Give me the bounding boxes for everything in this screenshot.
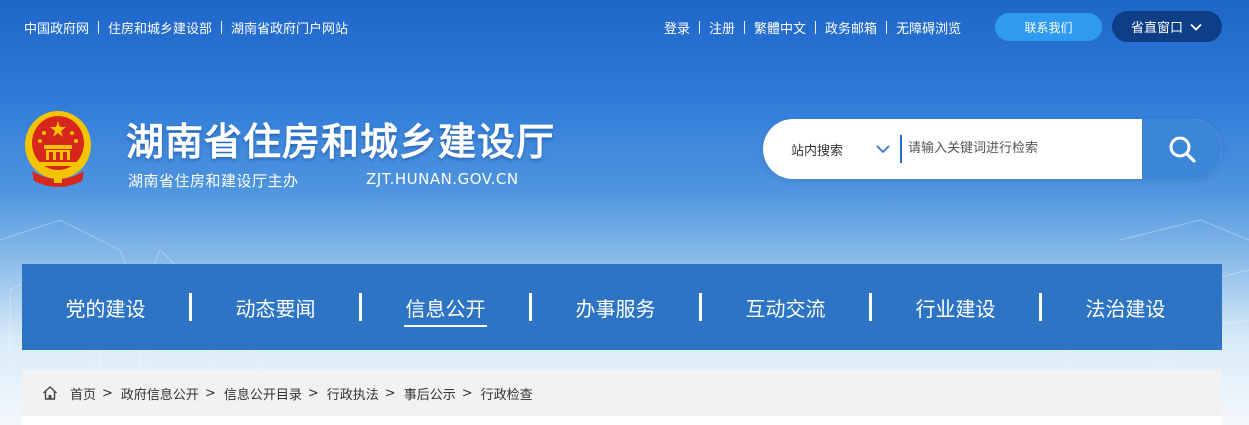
search-divider	[900, 135, 902, 163]
nav-item-industry[interactable]: 行业建设	[872, 264, 1039, 350]
breadcrumb-post-notice[interactable]: 事后公示	[404, 384, 456, 403]
search-scope-label: 站内搜索	[791, 143, 844, 159]
traditional-chinese-link[interactable]: 繁體中文	[754, 18, 806, 37]
breadcrumb-separator: >	[204, 385, 216, 401]
contact-us-button[interactable]: 联系我们	[995, 13, 1102, 41]
login-link[interactable]: 登录	[664, 18, 690, 37]
breadcrumb-separator: >	[461, 385, 473, 401]
site-title: 湖南省住房和城乡建设厅	[126, 120, 556, 164]
nav-item-services[interactable]: 办事服务	[532, 264, 699, 350]
breadcrumb-separator: >	[102, 385, 113, 401]
nav-item-interaction[interactable]: 互动交流	[702, 264, 869, 350]
breadcrumb: 首页 > 政府信息公开 > 信息公开目录 > 行政执法 > 事后公示 > 行政检查	[22, 370, 1222, 416]
accessibility-link[interactable]: 无障碍浏览	[896, 18, 961, 37]
nav-item-party-building[interactable]: 党的建设	[22, 264, 189, 350]
divider	[98, 21, 100, 34]
divider	[744, 21, 746, 34]
breadcrumb-catalog[interactable]: 信息公开目录	[224, 384, 302, 403]
site-domain: ZJT.HUNAN.GOV.CN	[366, 170, 519, 188]
breadcrumb-separator: >	[307, 385, 319, 401]
search-button[interactable]	[1142, 119, 1222, 179]
breadcrumb-enforcement[interactable]: 行政执法	[327, 384, 379, 403]
search-box: 站内搜索	[763, 119, 1222, 179]
search-scope-select[interactable]: 站内搜索	[791, 119, 843, 179]
breadcrumb-gov-info[interactable]: 政府信息公开	[121, 384, 199, 403]
divider	[815, 21, 817, 34]
provincial-window-label: 省直窗口	[1130, 21, 1183, 36]
main-nav: 党的建设 动态要闻 信息公开 办事服务 互动交流 行业建设 法治建设	[22, 264, 1222, 350]
nav-item-info-disclosure[interactable]: 信息公开	[362, 264, 529, 350]
link-gov-cn[interactable]: 中国政府网	[24, 18, 89, 37]
provincial-window-button[interactable]: 省直窗口	[1112, 11, 1222, 42]
site-sponsor: 湖南省住房和建设厅主办	[128, 172, 299, 190]
gov-mail-link[interactable]: 政务邮箱	[825, 18, 877, 37]
breadcrumb-separator: >	[384, 385, 396, 401]
divider	[886, 21, 888, 34]
home-icon	[43, 386, 57, 400]
content-area-edge	[22, 416, 1222, 425]
top-bar: 中国政府网 住房和城乡建设部 湖南省政府门户网站 登录 注册 繁體中文 政务邮箱…	[0, 0, 1249, 52]
nav-item-news[interactable]: 动态要闻	[192, 264, 359, 350]
search-input[interactable]	[908, 133, 1138, 163]
link-hunan-gov[interactable]: 湖南省政府门户网站	[231, 18, 348, 37]
nav-item-rule-of-law[interactable]: 法治建设	[1042, 264, 1209, 350]
breadcrumb-home[interactable]: 首页	[70, 384, 96, 403]
search-icon	[1169, 136, 1196, 163]
register-link[interactable]: 注册	[709, 18, 735, 37]
divider	[221, 21, 223, 34]
link-mohurd[interactable]: 住房和城乡建设部	[108, 18, 212, 37]
divider	[699, 21, 701, 34]
breadcrumb-inspection[interactable]: 行政检查	[481, 384, 533, 403]
external-links: 中国政府网 住房和城乡建设部 湖南省政府门户网站	[24, 18, 348, 37]
chevron-down-icon[interactable]	[875, 141, 891, 157]
user-links: 登录 注册 繁體中文 政务邮箱 无障碍浏览	[664, 18, 961, 37]
national-emblem-icon	[25, 111, 91, 187]
chevron-down-icon	[1190, 23, 1202, 31]
